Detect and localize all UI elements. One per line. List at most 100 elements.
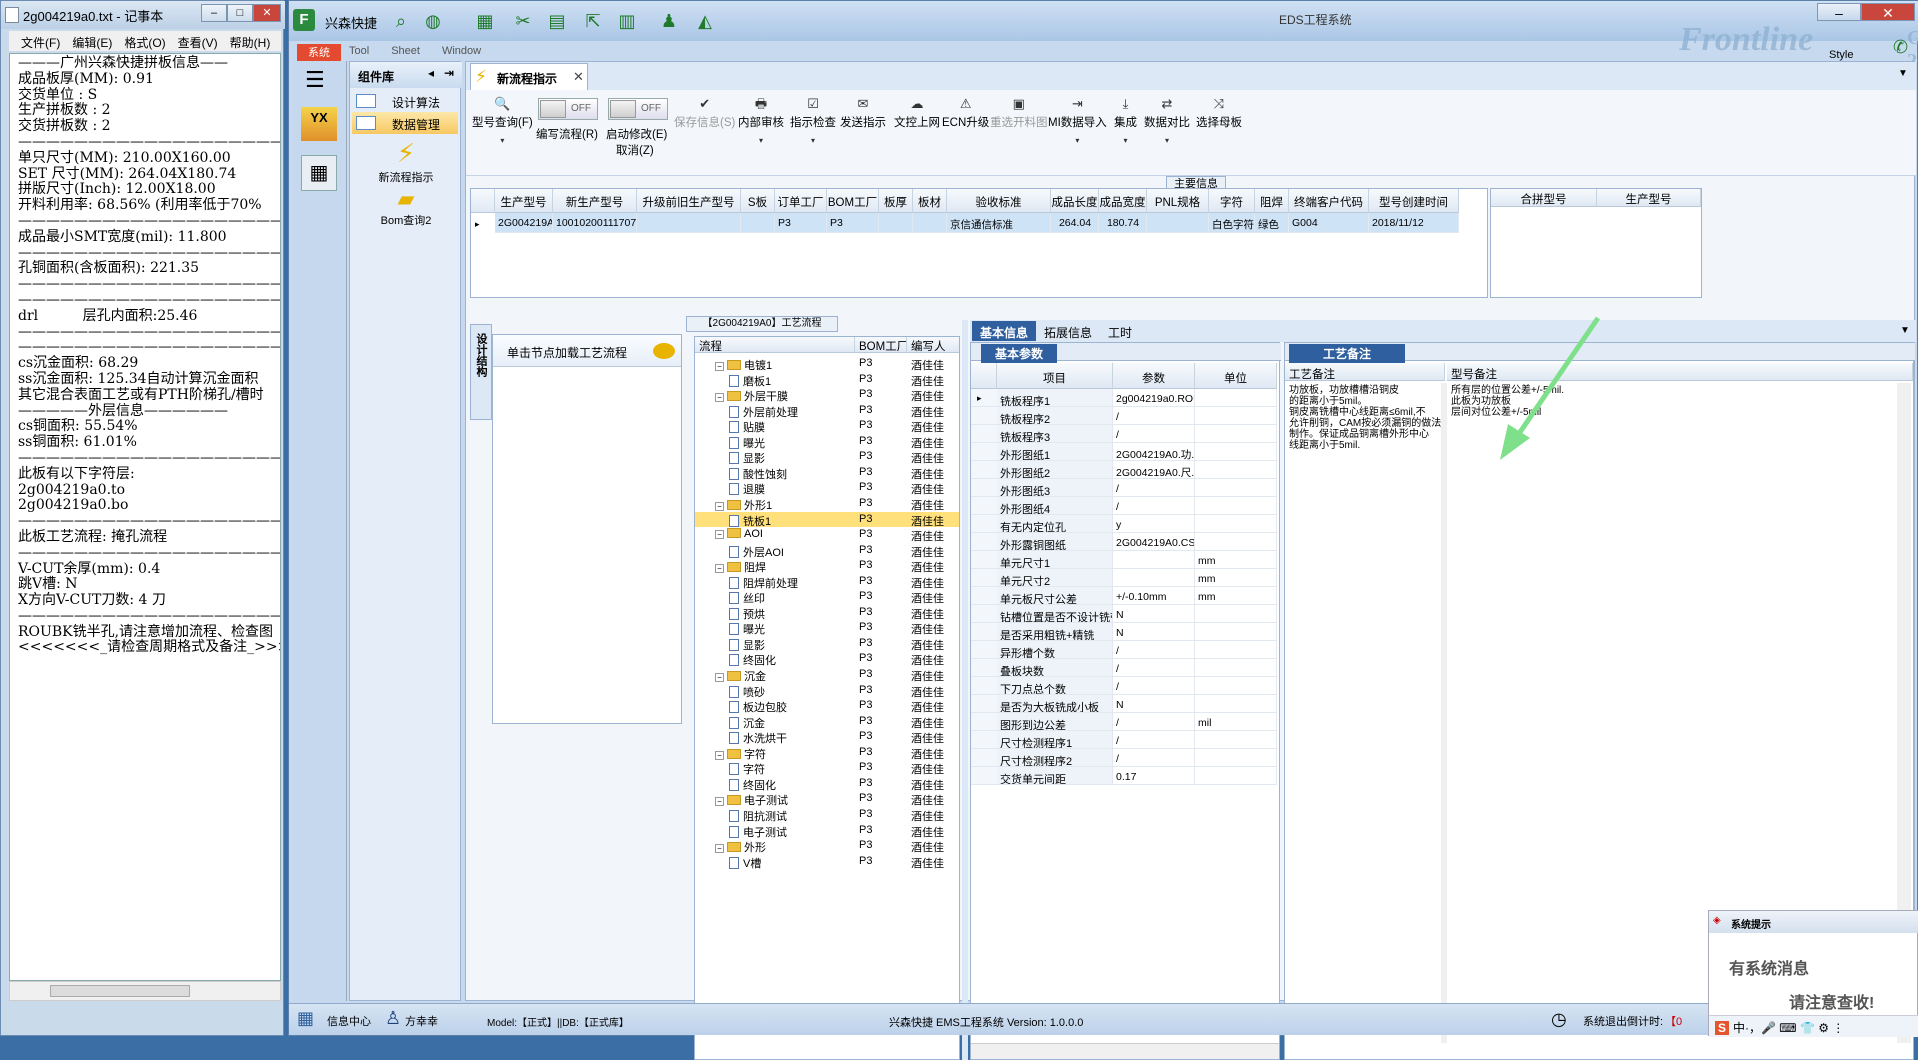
toolbar-button[interactable]: 🖶 内部审核 ▾ (738, 94, 784, 145)
param-cell[interactable]: / (1113, 749, 1195, 767)
expand-icon[interactable]: − (715, 564, 724, 574)
master-cell[interactable]: 180.74 (1099, 213, 1147, 233)
merge-col-header[interactable]: 生产型号 (1597, 189, 1701, 207)
master-cell[interactable] (879, 213, 913, 233)
menu-item[interactable]: Window (442, 45, 481, 57)
tree-node[interactable]: 酸性蚀刻P3酒佳佳酒佳佳 (695, 465, 959, 481)
nav-item-design-algorithm[interactable]: 设计算法 (352, 90, 458, 112)
param-cell[interactable]: / (1113, 497, 1195, 515)
nav-item-data-management[interactable]: 数据管理 (352, 112, 458, 134)
export-icon[interactable]: ⇱ (581, 9, 605, 33)
dropdown-arrow-icon[interactable]: ▾ (1114, 136, 1137, 145)
notepad-horizontal-scrollbar[interactable] (9, 981, 281, 1001)
tree-node[interactable]: 丝印P3酒佳佳酒佳佳 (695, 589, 959, 605)
yx-app-icon[interactable]: YX (301, 107, 337, 141)
master-col-header[interactable]: PNL规格 (1147, 189, 1209, 213)
maximize-button[interactable]: □ (227, 4, 253, 22)
param-cell[interactable]: y (1113, 515, 1195, 533)
param-cell[interactable]: N (1113, 695, 1195, 713)
tree-node[interactable]: 显影P3酒佳佳酒佳佳 (695, 636, 959, 652)
param-cell[interactable]: +/-0.10mm (1113, 587, 1195, 605)
tab-menu-icon[interactable]: ▼ (1898, 68, 1908, 79)
tree-node[interactable]: −电子测试P3酒佳佳酒佳佳 (695, 791, 959, 807)
param-cell[interactable]: 2g004219a0.ROU (1113, 389, 1195, 407)
tree-node[interactable]: 曝光P3酒佳佳酒佳佳 (695, 620, 959, 636)
toolbar-toggle-group[interactable]: OFF 编写流程(R) (536, 90, 606, 176)
minimize-button[interactable]: – (201, 4, 227, 22)
master-cell[interactable]: 10010200111707 (553, 213, 637, 233)
param-cell[interactable]: / (1113, 479, 1195, 497)
scissors-icon[interactable]: ✂ (511, 9, 535, 33)
param-cell[interactable] (1113, 551, 1195, 569)
param-horizontal-scrollbar[interactable] (971, 1043, 1279, 1059)
param-cell[interactable]: 2G004219A0.功... (1113, 443, 1195, 461)
app-minimize-button[interactable]: – (1817, 3, 1861, 21)
tree-node[interactable]: −电镀1P3酒佳佳酒佳佳 (695, 356, 959, 372)
detail-tab[interactable]: 拓展信息 (1036, 321, 1100, 341)
master-cell[interactable]: 绿色 (1255, 213, 1289, 233)
tree-node[interactable]: 字符P3酒佳佳酒佳佳 (695, 760, 959, 776)
tree-node[interactable]: 退膜P3酒佳佳酒佳佳 (695, 480, 959, 496)
notepad-menu-item[interactable]: 编辑(E) (72, 36, 112, 50)
param-cell[interactable]: / (1113, 659, 1195, 677)
master-cell[interactable]: 264.04 (1051, 213, 1099, 233)
master-col-header[interactable]: BOM工厂 (827, 189, 879, 213)
master-cell[interactable] (741, 213, 775, 233)
tree-node[interactable]: 外层AOIP3酒佳佳酒佳佳 (695, 543, 959, 559)
tree-node[interactable]: 阻抗测试P3酒佳佳酒佳佳 (695, 807, 959, 823)
process-remark-text[interactable]: 功放板，功放槽槽沿铜皮 的距离小于5mil。 铜皮离铣槽中心线距离≤6mil,不… (1289, 385, 1441, 451)
master-col-header[interactable]: 成品长度 (1051, 189, 1099, 213)
expand-icon[interactable]: − (715, 530, 724, 540)
master-col-header[interactable]: 型号创建时间 (1369, 189, 1459, 213)
dropdown-arrow-icon[interactable]: ▾ (1144, 136, 1190, 145)
tree-node[interactable]: 电子测试 P3 酒佳佳 (695, 823, 959, 839)
notepad-menu-item[interactable]: 帮助(H) (230, 36, 271, 50)
expand-icon[interactable]: − (715, 362, 724, 371)
tree-node[interactable]: 终固化P3酒佳佳酒佳佳 (695, 776, 959, 792)
tree-node[interactable]: 预烘P3酒佳佳酒佳佳 (695, 605, 959, 621)
master-col-header[interactable]: 板材 (913, 189, 947, 213)
detail-tab[interactable]: 工时 (1100, 321, 1140, 341)
tab-new-flow[interactable]: ⚡ 新流程指示 ✕ (470, 63, 588, 90)
toolbar-toggle-group[interactable]: OFF 启动修改(E) 取消(Z) (606, 90, 676, 176)
tree-node[interactable]: 终固化P3酒佳佳酒佳佳 (695, 651, 959, 667)
param-cell[interactable]: / (1113, 641, 1195, 659)
load-flow-button[interactable]: 单击节点加载工艺流程 (493, 335, 681, 367)
master-col-header[interactable]: 订单工厂 (775, 189, 827, 213)
tree-node[interactable]: −阻焊P3酒佳佳酒佳佳 (695, 558, 959, 574)
close-button[interactable]: ✕ (253, 4, 281, 22)
remark-scrollbar[interactable] (1441, 383, 1447, 1043)
master-col-header[interactable]: 阻焊 (1255, 189, 1289, 213)
toolbar-button[interactable]: ⚠ ECN升级 (942, 94, 989, 130)
tree-node[interactable]: 曝光P3酒佳佳酒佳佳 (695, 434, 959, 450)
master-cell[interactable]: 京信通信标准 (947, 213, 1051, 233)
windows-grid-icon[interactable]: ▦ (297, 1008, 314, 1029)
master-cell[interactable] (1147, 213, 1209, 233)
param-cell[interactable]: 2G004219A0.CS... (1113, 533, 1195, 551)
toolbar-button[interactable]: 🔍 型号查询(F) ▾ (472, 94, 533, 145)
master-cell[interactable]: P3 (827, 213, 879, 233)
param-col-header[interactable]: 单位 (1195, 363, 1277, 389)
chart-icon[interactable]: ◭ (693, 9, 717, 33)
calculator-icon[interactable]: ▦ (301, 155, 337, 191)
master-cell[interactable]: P3 (775, 213, 827, 233)
flow-col-header[interactable]: 流程 (695, 337, 855, 353)
phone-icon[interactable]: ✆ (1893, 37, 1908, 58)
search-icon[interactable]: ⌕ (389, 9, 413, 33)
detail-tab-menu-icon[interactable]: ▼ (1900, 325, 1910, 336)
tree-node[interactable]: 阻焊前处理P3酒佳佳酒佳佳 (695, 574, 959, 590)
notepad-text-area[interactable]: ———广州兴森快捷拼板信息—— 成品板厚(MM): 0.91 交货单位 : S 生产拼… (9, 53, 281, 981)
tree-node[interactable]: V槽P3酒佳佳酒佳佳 (695, 854, 959, 870)
expand-icon[interactable]: − (715, 750, 724, 760)
param-cell[interactable]: 0.17 (1113, 767, 1195, 785)
master-cell[interactable]: G004 (1289, 213, 1369, 233)
ime-toolbar[interactable]: S 中·，🎤 ⌨ 👕 ⚙ ⋮ (1709, 1015, 1918, 1037)
param-col-header[interactable]: 参数 (1113, 363, 1195, 389)
master-cell[interactable]: 2G004219A0 (495, 213, 553, 233)
tree-node[interactable]: 贴膜P3酒佳佳酒佳佳 (695, 418, 959, 434)
dropdown-arrow-icon[interactable]: ▾ (472, 136, 533, 145)
param-cell[interactable] (1113, 569, 1195, 587)
expand-icon[interactable]: − (715, 797, 724, 807)
param-cell[interactable]: / (1113, 407, 1195, 425)
master-col-header[interactable]: S板 (741, 189, 775, 213)
